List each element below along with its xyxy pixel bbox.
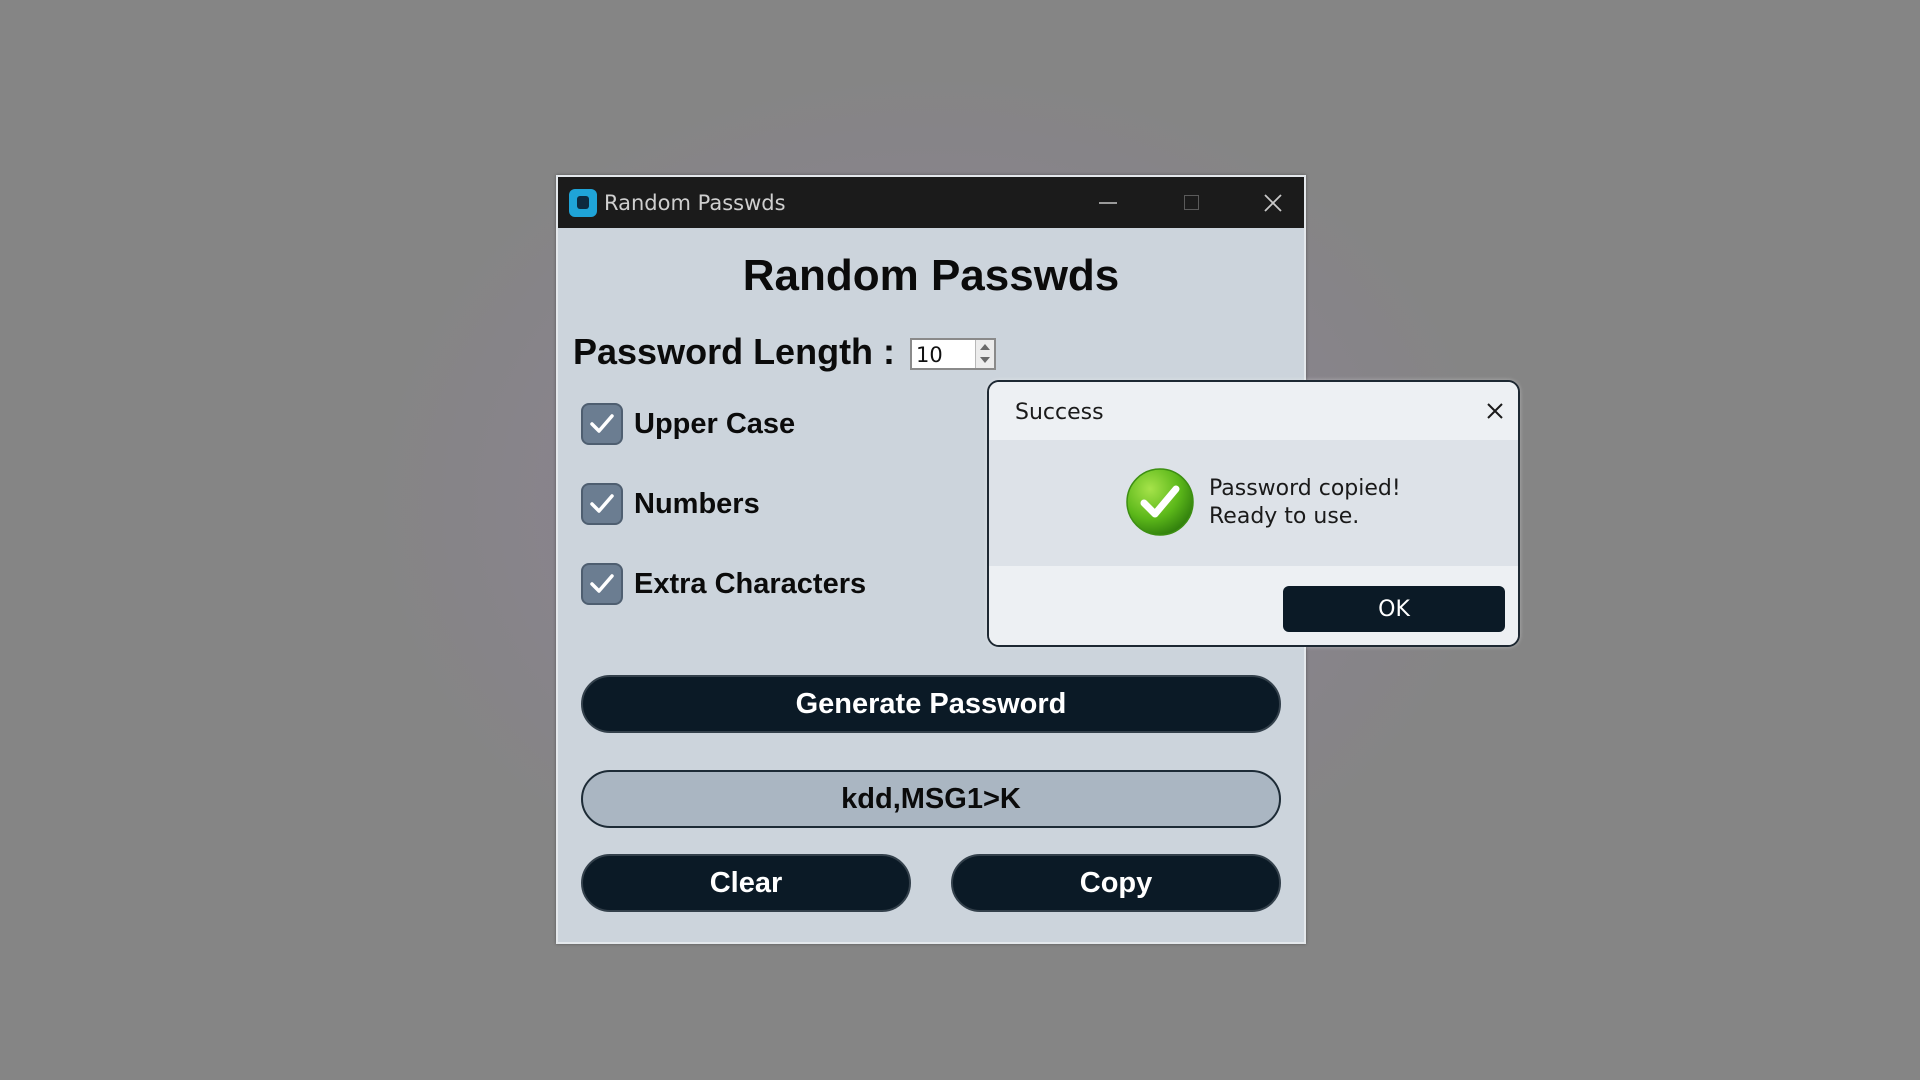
dialog-message-line2: Ready to use. — [1209, 504, 1360, 529]
maximize-button[interactable] — [1161, 177, 1221, 228]
minimize-icon — [1099, 201, 1117, 204]
minimize-button[interactable] — [1078, 177, 1138, 228]
close-button[interactable] — [1243, 177, 1303, 228]
checkmark-icon — [590, 414, 614, 433]
spin-arrows[interactable] — [975, 340, 994, 368]
maximize-icon — [1183, 195, 1199, 210]
title-bar[interactable]: Random Passwds — [558, 177, 1304, 228]
password-length-label: Password Length : — [573, 331, 896, 372]
spin-up-icon[interactable] — [980, 344, 990, 350]
dialog-message-line1: Password copied! — [1209, 476, 1401, 501]
success-check-icon — [1126, 468, 1194, 536]
spin-down-icon[interactable] — [980, 357, 990, 363]
dialog-body: Password copied! Ready to use. — [989, 440, 1518, 566]
checkmark-icon — [590, 574, 614, 593]
checkmark-icon — [590, 494, 614, 513]
upper-case-label: Upper Case — [634, 407, 796, 440]
close-icon — [1264, 193, 1282, 212]
extra-characters-label: Extra Characters — [634, 567, 867, 600]
dialog-title: Success — [1015, 400, 1104, 425]
dialog-close-button[interactable] — [1483, 399, 1507, 423]
option-upper-case[interactable]: Upper Case — [581, 402, 795, 446]
upper-case-checkbox[interactable] — [581, 403, 623, 445]
dialog-footer: OK — [989, 566, 1518, 645]
extra-characters-checkbox[interactable] — [581, 563, 623, 605]
generate-password-button[interactable]: Generate Password — [581, 675, 1281, 733]
ok-button[interactable]: OK — [1283, 586, 1505, 632]
close-icon — [1487, 403, 1503, 419]
clear-button[interactable]: Clear — [581, 854, 911, 912]
app-icon — [569, 189, 597, 217]
copy-button[interactable]: Copy — [951, 854, 1281, 912]
numbers-checkbox[interactable] — [581, 483, 623, 525]
option-extra-characters[interactable]: Extra Characters — [581, 562, 866, 606]
password-output-field[interactable]: kdd,MSG1>K — [581, 770, 1281, 828]
numbers-label: Numbers — [634, 487, 760, 520]
success-dialog: Success Password copied! Ready to use. O… — [987, 380, 1520, 647]
password-length-spinbox[interactable]: 10 — [910, 338, 996, 370]
option-numbers[interactable]: Numbers — [581, 482, 760, 526]
password-length-value[interactable]: 10 — [916, 343, 943, 367]
app-heading: Random Passwds — [742, 251, 1120, 300]
window-title: Random Passwds — [604, 191, 786, 215]
dialog-header[interactable]: Success — [989, 382, 1518, 440]
